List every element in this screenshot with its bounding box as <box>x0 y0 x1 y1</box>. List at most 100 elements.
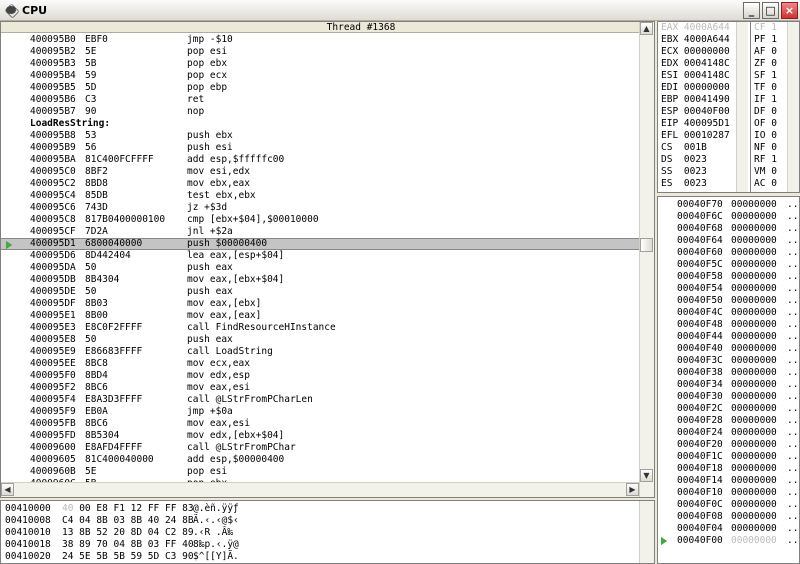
stack-row[interactable]: 00040F40 00000000.. <box>658 343 798 355</box>
stack-row[interactable]: 00040F14 00000000.. <box>658 475 798 487</box>
disassembly-row[interactable]: 400095B3 5B pop ebx <box>1 58 641 70</box>
stack-row[interactable]: 00040F34 00000000.. <box>658 379 798 391</box>
dump-row[interactable]: 00410020 24 5E 5B 5B 59 5D C3 90 $^[[Y]Ã. <box>1 551 621 563</box>
close-button[interactable]: × <box>781 2 798 19</box>
disassembly-row[interactable]: 400095D6 8D442404 lea eax,[esp+$04] <box>1 250 641 262</box>
disassembly-row[interactable]: 400095C6 743D jz +$3d <box>1 202 641 214</box>
stack-row[interactable]: 00040F50 00000000.. <box>658 295 798 307</box>
disassembly-row[interactable]: 400095EE 8BC8 mov ecx,eax <box>1 358 641 370</box>
disassembly-row[interactable]: 400095C8 817B0400000100 cmp [ebx+$04],$000… <box>1 214 641 226</box>
stack-pane[interactable]: 00040F70 00000000.. 00040F6C 00000000.. 0004… <box>657 196 800 564</box>
registers-scrollbar[interactable] <box>736 22 748 192</box>
stack-row[interactable]: 00040F08 00000000.. <box>658 511 798 523</box>
registers-pane[interactable]: EAX 4000A644 EBX 4000A644 ECX 00000000 EDX … <box>657 21 800 193</box>
disassembly-row[interactable]: 400095CF 7D2A jnl +$2a <box>1 226 641 238</box>
flag-row[interactable]: OF 0 <box>754 118 786 130</box>
disassembly-row[interactable]: 400095B2 5E pop esi <box>1 46 641 58</box>
memory-dump-pane[interactable]: 00410000 40 00 E8 F1 12 FF FF 83 @.èñ.ÿÿƒ 0… <box>0 500 655 564</box>
stack-row[interactable]: 00040F38 00000000.. <box>658 367 798 379</box>
stack-row[interactable]: 00040F54 00000000.. <box>658 283 798 295</box>
stack-row[interactable]: 00040F6C 00000000.. <box>658 211 798 223</box>
stack-row[interactable]: 00040F30 00000000.. <box>658 391 798 403</box>
scroll-down-icon[interactable]: ▼ <box>640 469 653 482</box>
disassembly-row[interactable]: 400095FB 8BC6 mov eax,esi <box>1 418 641 430</box>
flags-scrollbar[interactable] <box>787 22 799 192</box>
stack-row[interactable]: 00040F24 00000000.. <box>658 427 798 439</box>
register-row[interactable]: DS 0023 <box>661 154 730 166</box>
disassembly-row[interactable]: 400095D1 6800040000 push $00000400 <box>1 238 641 250</box>
dump-vertical-scrollbar[interactable] <box>639 501 654 563</box>
stack-row[interactable]: 00040F18 00000000.. <box>658 463 798 475</box>
scroll-up-icon[interactable]: ▲ <box>640 22 653 35</box>
disassembly-row[interactable]: 400095C2 8BD8 mov ebx,eax <box>1 178 641 190</box>
stack-row[interactable]: 00040F0C 00000000.. <box>658 499 798 511</box>
disassembly-row[interactable]: 400095F2 8BC6 mov eax,esi <box>1 382 641 394</box>
disassembly-row[interactable]: 400095B9 56 push esi <box>1 142 641 154</box>
flag-row[interactable]: VM 0 <box>754 166 786 178</box>
dump-row[interactable]: 00410018 38 89 70 04 8B 03 FF 40 8‰p.‹.ÿ@ <box>1 539 621 551</box>
stack-row[interactable]: 00040F5C 00000000.. <box>658 259 798 271</box>
dump-row[interactable]: 00410010 13 8B 52 20 8D 04 C2 89 .‹R .Â‰ <box>1 527 621 539</box>
stack-row[interactable]: 00040F04 00000000.. <box>658 523 798 535</box>
minimize-button[interactable]: _ <box>743 2 760 19</box>
flag-row[interactable]: NF 0 <box>754 142 786 154</box>
maximize-button[interactable]: □ <box>762 2 779 19</box>
disassembly-row[interactable]: 400095F4 E8A3D3FFFF call @LStrFromPCharLen <box>1 394 641 406</box>
stack-row[interactable]: 00040F48 00000000.. <box>658 319 798 331</box>
flag-row[interactable]: IF 1 <box>754 94 786 106</box>
stack-row[interactable]: 00040F64 00000000.. <box>658 235 798 247</box>
disassembly-row[interactable]: 400095DE 50 push eax <box>1 286 641 298</box>
register-row[interactable]: EDI 00000000 <box>661 82 730 94</box>
flag-row[interactable]: TF 0 <box>754 82 786 94</box>
disassembly-row[interactable]: 400095E1 8B00 mov eax,[eax] <box>1 310 641 322</box>
disassembly-row[interactable]: 400095B6 C3 ret <box>1 94 641 106</box>
disassembly-row[interactable]: 400095BA 81C400FCFFFF add esp,$fffffc00 <box>1 154 641 166</box>
dump-row[interactable]: 00410000 40 00 E8 F1 12 FF FF 83 @.èñ.ÿÿƒ <box>1 503 621 515</box>
register-row[interactable]: EFL 00010287 <box>661 130 730 142</box>
disassembly-row[interactable]: 40009605 81C400040000 add esp,$00000400 <box>1 454 641 466</box>
memory-dump-list[interactable]: 00410000 40 00 E8 F1 12 FF FF 83 @.èñ.ÿÿƒ 0… <box>1 503 621 563</box>
register-row[interactable]: ES 0023 <box>661 178 730 190</box>
disassembly-row[interactable]: 40009600 E8AFD4FFFF call @LStrFromPChar <box>1 442 641 454</box>
disassembly-row[interactable]: 400095DA 50 push eax <box>1 262 641 274</box>
stack-row[interactable]: 00040F1C 00000000.. <box>658 451 798 463</box>
register-row[interactable]: CS 001B <box>661 142 730 154</box>
stack-row[interactable]: 00040F2C 00000000.. <box>658 403 798 415</box>
flags-pane[interactable]: CF 1 PF 1 AF 0 ZF 0 SF 1 TF 0 IF 1 DF 0 OF 0 IO 0… <box>750 22 786 192</box>
scroll-left-icon[interactable]: ◀ <box>1 483 14 496</box>
stack-row[interactable]: 00040F00 00000000.. <box>658 535 798 547</box>
flag-row[interactable]: SF 1 <box>754 70 786 82</box>
disassembly-row[interactable]: 400095E8 50 push eax <box>1 334 641 346</box>
register-row[interactable]: EDX 0004148C <box>661 58 730 70</box>
disassembly-row[interactable]: 400095B7 90 nop <box>1 106 641 118</box>
disassembly-row[interactable]: 400095B0 EBF0 jmp -$10 <box>1 34 641 46</box>
stack-row[interactable]: 00040F4C 00000000.. <box>658 307 798 319</box>
flag-row[interactable]: CF 1 <box>754 22 786 34</box>
register-row[interactable]: EBX 4000A644 <box>661 34 730 46</box>
dump-row[interactable]: 00410008 C4 04 8B 03 8B 40 24 8B Ä.‹.‹@$‹ <box>1 515 621 527</box>
disassembly-row[interactable]: 400095E3 E8C0F2FFFF call FindResourceHInst… <box>1 322 641 334</box>
register-row[interactable]: SS 0023 <box>661 166 730 178</box>
flag-row[interactable]: RF 1 <box>754 154 786 166</box>
disassembly-row[interactable]: 400095DB 8B4304 mov eax,[ebx+$04] <box>1 274 641 286</box>
stack-row[interactable]: 00040F68 00000000.. <box>658 223 798 235</box>
flag-row[interactable]: ZF 0 <box>754 58 786 70</box>
flag-row[interactable]: IO 0 <box>754 130 786 142</box>
stack-row[interactable]: 00040F58 00000000.. <box>658 271 798 283</box>
disassembly-horizontal-scrollbar[interactable]: ◀ ▶ <box>1 482 639 497</box>
disassembly-list[interactable]: 400095B0 EBF0 jmp -$10 400095B2 5E pop esi 400… <box>1 34 641 490</box>
disassembly-row[interactable]: 400095B8 53 push ebx <box>1 130 641 142</box>
scroll-thumb[interactable] <box>640 238 653 252</box>
disassembly-row[interactable]: LoadResString: <box>1 118 641 130</box>
stack-row[interactable]: 00040F60 00000000.. <box>658 247 798 259</box>
disassembly-row[interactable]: 400095FD 8B5304 mov edx,[ebx+$04] <box>1 430 641 442</box>
stack-row[interactable]: 00040F44 00000000.. <box>658 331 798 343</box>
disassembly-pane[interactable]: Thread #1368 400095B0 EBF0 jmp -$10 400095B… <box>0 21 655 498</box>
disassembly-row[interactable]: 400095F0 8BD4 mov edx,esp <box>1 370 641 382</box>
disassembly-row[interactable]: 400095DF 8B03 mov eax,[ebx] <box>1 298 641 310</box>
flag-row[interactable]: AF 0 <box>754 46 786 58</box>
disassembly-row[interactable]: 400095B5 5D pop ebp <box>1 82 641 94</box>
stack-row[interactable]: 00040F70 00000000.. <box>658 199 798 211</box>
register-row[interactable]: ECX 00000000 <box>661 46 730 58</box>
flag-row[interactable]: DF 0 <box>754 106 786 118</box>
